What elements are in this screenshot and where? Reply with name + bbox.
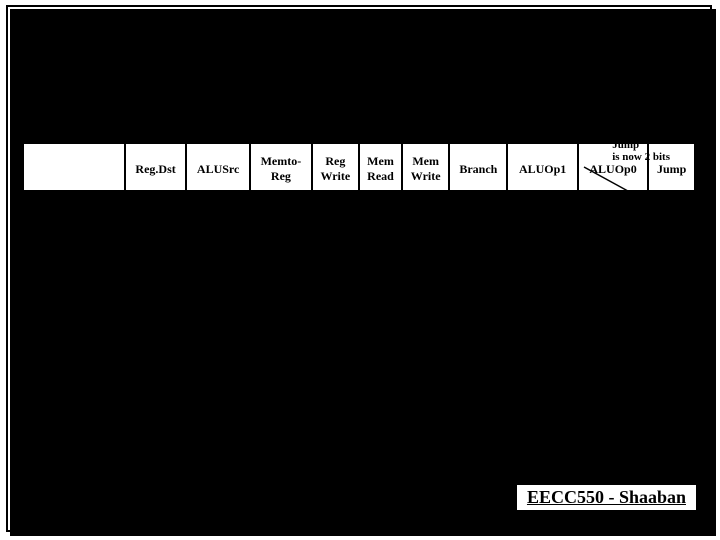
value-cell: 1 bbox=[186, 249, 250, 278]
value-cell: 0 bbox=[402, 336, 449, 365]
value-cell: 0 bbox=[507, 220, 577, 249]
value-cell: 00 bbox=[648, 220, 695, 249]
subtitle: (For Textbook Single Cycle Datapath incl… bbox=[22, 76, 696, 94]
table-row: Jmx1x010x0010 bbox=[23, 336, 695, 365]
value-cell: 0 bbox=[359, 249, 402, 278]
value-cell: 01 bbox=[648, 307, 695, 336]
instruction-cell: beq bbox=[23, 278, 125, 307]
value-cell: 10 bbox=[648, 336, 695, 365]
table-row: swx1x00100000 bbox=[23, 249, 695, 278]
value-cell: x bbox=[125, 249, 186, 278]
col-header: ALUSrc bbox=[186, 143, 250, 191]
value-cell: 1 bbox=[250, 220, 312, 249]
instruction-cell: R-format bbox=[23, 191, 125, 220]
value-cell: 00 bbox=[648, 191, 695, 220]
value-cell: 0 bbox=[359, 191, 402, 220]
value-cell: 1 bbox=[186, 336, 250, 365]
instruction-cell: sw bbox=[23, 249, 125, 278]
value-cell: x bbox=[186, 307, 250, 336]
pc-equation: PC ← Mem[R[rs] + Sign.Ext[imm16]] bbox=[456, 463, 684, 479]
value-cell: 0 bbox=[402, 191, 449, 220]
rrs-annotation: R[rs] bbox=[202, 443, 231, 459]
col-header: MemRead bbox=[359, 143, 402, 191]
footer-meta: #64 Lec # 4 Winter 2006 12-19-2006 bbox=[544, 519, 696, 530]
value-cell: 00 bbox=[648, 278, 695, 307]
value-cell: 0 bbox=[402, 307, 449, 336]
value-cell: 00 bbox=[648, 249, 695, 278]
value-cell: 1 bbox=[186, 220, 250, 249]
add-annotation: add bbox=[581, 435, 602, 451]
value-cell: 0 bbox=[359, 278, 402, 307]
value-cell: 1 bbox=[125, 191, 186, 220]
value-cell: 0 bbox=[312, 278, 359, 307]
value-cell: x bbox=[125, 278, 186, 307]
value-cell: 0 bbox=[578, 191, 648, 220]
value-cell: 0 bbox=[578, 249, 648, 278]
col-header: MemWrite bbox=[402, 143, 449, 191]
col-header: Memto-Reg bbox=[250, 143, 312, 191]
table-row: lw01111000000 bbox=[23, 220, 695, 249]
value-cell: 0 bbox=[507, 249, 577, 278]
value-cell: 1 bbox=[312, 191, 359, 220]
table-row: Jxxx000xxx01 bbox=[23, 307, 695, 336]
value-cell: 0 bbox=[449, 249, 507, 278]
value-cell: x bbox=[578, 307, 648, 336]
col-header: RegWrite bbox=[312, 143, 359, 191]
value-cell: 0 bbox=[507, 278, 577, 307]
table-header-row: Reg.Dst ALUSrc Memto-Reg RegWrite MemRea… bbox=[23, 143, 695, 191]
col-header: Branch bbox=[449, 143, 507, 191]
value-cell: 0 bbox=[186, 191, 250, 220]
value-cell: x bbox=[250, 307, 312, 336]
value-cell: 1 bbox=[359, 220, 402, 249]
value-cell: 0 bbox=[402, 220, 449, 249]
value-cell: x bbox=[449, 307, 507, 336]
value-cell: 1 bbox=[578, 278, 648, 307]
section-title: Adding jm support to Single Cycle Datapa… bbox=[22, 19, 696, 40]
value-cell: 0 bbox=[125, 220, 186, 249]
value-cell: 0 bbox=[507, 336, 577, 365]
value-cell: 0 bbox=[449, 220, 507, 249]
value-cell: 0 bbox=[312, 249, 359, 278]
col-header: Reg.Dst bbox=[125, 143, 186, 191]
value-cell: 0 bbox=[186, 278, 250, 307]
value-cell: 0 bbox=[578, 220, 648, 249]
value-cell: 0 bbox=[312, 336, 359, 365]
value-cell: x bbox=[250, 249, 312, 278]
value-cell: x bbox=[507, 307, 577, 336]
value-cell: 0 bbox=[402, 278, 449, 307]
value-cell: 1 bbox=[507, 191, 577, 220]
value-cell: 1 bbox=[359, 336, 402, 365]
value-cell: x bbox=[250, 336, 312, 365]
col-header bbox=[23, 143, 125, 191]
value-cell: 0 bbox=[359, 307, 402, 336]
value-cell: 1 bbox=[312, 220, 359, 249]
instruction-cell: Jm bbox=[23, 336, 125, 365]
value-cell: x bbox=[125, 307, 186, 336]
value-cell: 1 bbox=[449, 278, 507, 307]
value-cell: 0 bbox=[312, 307, 359, 336]
control-lines-table: Reg.Dst ALUSrc Memto-Reg RegWrite MemRea… bbox=[22, 142, 696, 366]
value-cell: 0 bbox=[449, 191, 507, 220]
instruction-cell: lw bbox=[23, 220, 125, 249]
value-cell: x bbox=[449, 336, 507, 365]
table-row: beqx0x00010100 bbox=[23, 278, 695, 307]
jump-note: Jump is now 2 bits bbox=[612, 139, 670, 163]
col-header: ALUOp1 bbox=[507, 143, 577, 191]
value-cell: 0 bbox=[250, 191, 312, 220]
course-footer: EECC550 - Shaaban bbox=[515, 483, 698, 512]
value-cell: 1 bbox=[402, 249, 449, 278]
value-cell: x bbox=[125, 336, 186, 365]
table-row: R-format10010001000 bbox=[23, 191, 695, 220]
page-title: Adding Control Lines Settings for jm bbox=[22, 44, 696, 76]
value-cell: 0 bbox=[578, 336, 648, 365]
instruction-cell: J bbox=[23, 307, 125, 336]
value-cell: x bbox=[250, 278, 312, 307]
